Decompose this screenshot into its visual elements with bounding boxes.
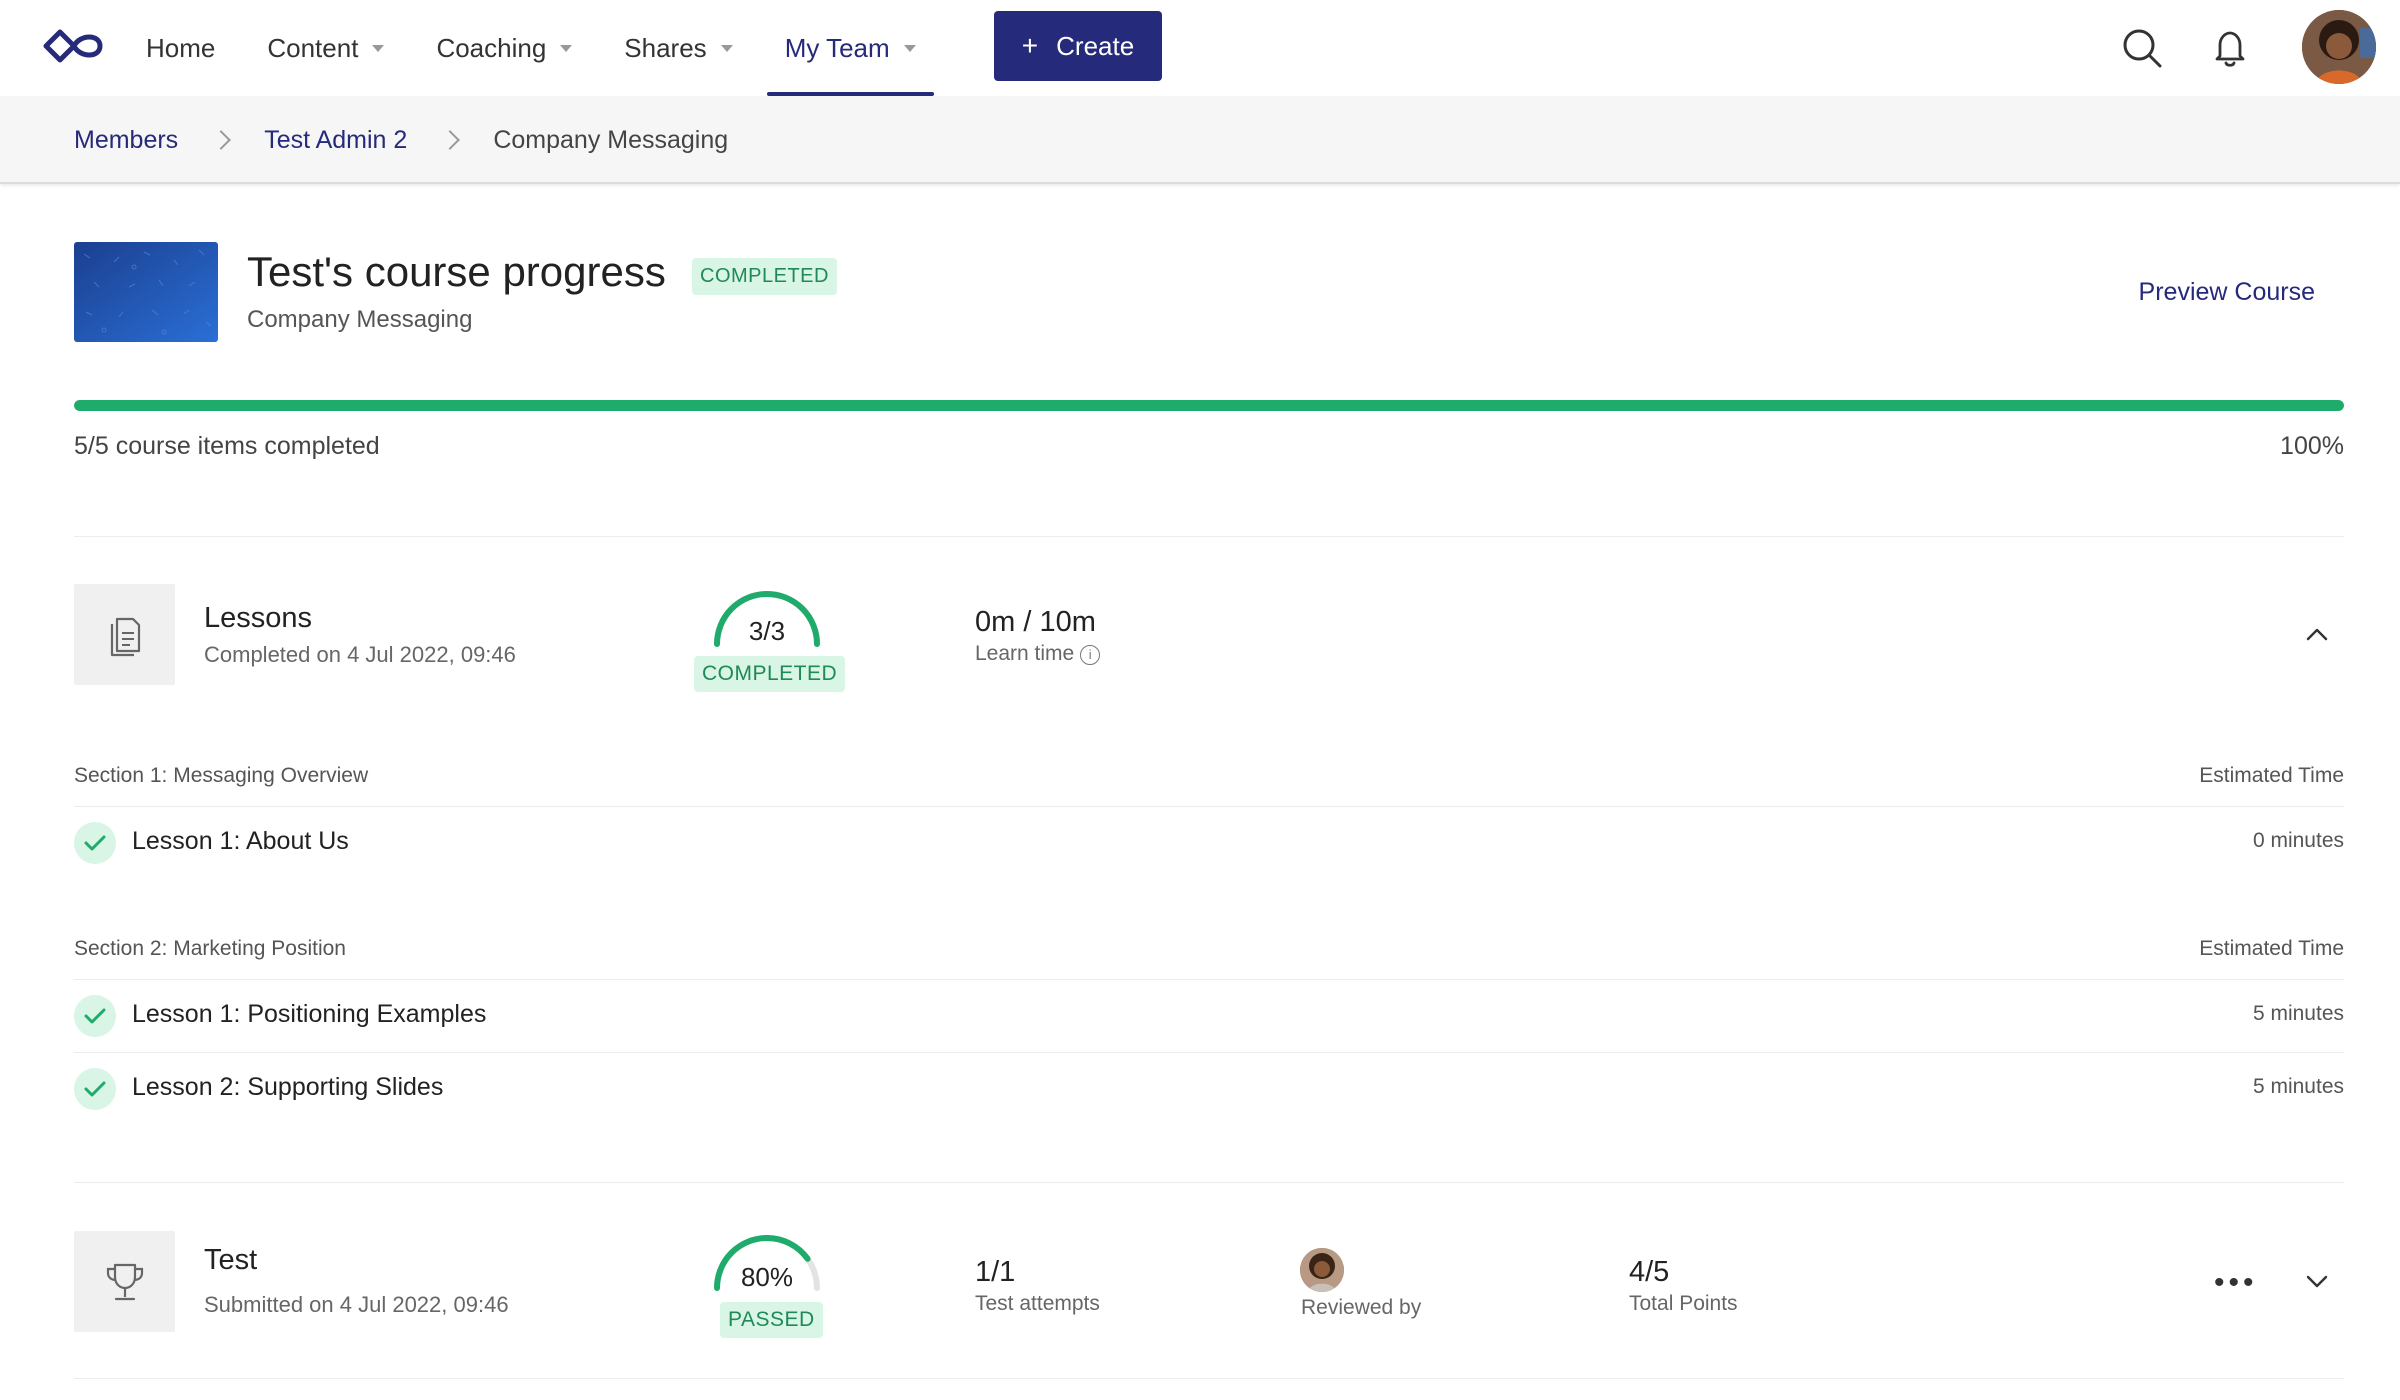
lessons-gauge-value: 3/3 [748, 616, 786, 646]
section-title: Section 2: Marketing Position [74, 937, 346, 960]
trophy-icon [106, 1263, 143, 1300]
section-time-header: Estimated Time [2199, 764, 2344, 787]
check-icon [74, 1068, 116, 1110]
progress-percent: 100% [2280, 432, 2344, 460]
status-badge: COMPLETED [692, 258, 837, 295]
document-icon [110, 617, 140, 656]
more-options-icon[interactable]: ••• [2214, 1266, 2258, 1300]
create-button-label: Create [1056, 30, 1135, 61]
nav-menu: Home Content Coaching Shares My Team [120, 0, 942, 96]
learn-time-value: 0m / 10m [975, 606, 1096, 638]
lessons-module-icon [74, 584, 175, 685]
info-icon[interactable]: i [1080, 645, 1101, 665]
nav-item-home[interactable]: Home [120, 0, 241, 96]
nav-item-my-team[interactable]: My Team [759, 0, 942, 96]
reviewer-avatar [1300, 1248, 1344, 1292]
bell-icon[interactable] [2206, 24, 2254, 72]
top-navigation: Home Content Coaching Shares My Team + C… [0, 0, 2400, 96]
breadcrumb-bar: Members Test Admin 2 Company Messaging [0, 96, 2400, 184]
reviewed-by-label: Reviewed by [1301, 1296, 1422, 1319]
lesson-name: Lesson 1: Positioning Examples [132, 1000, 487, 1028]
plus-icon: + [1021, 30, 1039, 61]
lesson-name: Lesson 1: About Us [132, 827, 349, 855]
lessons-module-title: Lessons [204, 602, 313, 634]
lesson-row[interactable]: Lesson 1: Positioning Examples 5 minutes [74, 979, 2344, 1051]
avatar-image [2302, 10, 2376, 84]
nav-item-label: My Team [784, 32, 890, 63]
lesson-time: 0 minutes [2252, 829, 2344, 852]
lesson-name: Lesson 2: Supporting Slides [132, 1073, 444, 1101]
divider [74, 536, 2344, 537]
test-module-icon [74, 1231, 175, 1332]
test-gauge-value: 80% [740, 1262, 794, 1292]
section-time-header: Estimated Time [2199, 937, 2344, 960]
chevron-up-icon[interactable] [2306, 624, 2328, 646]
create-button[interactable]: + Create [994, 11, 1162, 81]
nav-item-label: Coaching [436, 32, 547, 63]
section-title: Section 1: Messaging Overview [74, 764, 369, 787]
search-icon[interactable] [2118, 24, 2166, 72]
chevron-right-icon [211, 130, 232, 150]
breadcrumb-members[interactable]: Members [74, 126, 178, 155]
lessons-status-badge: COMPLETED [694, 656, 846, 692]
nav-item-label: Shares [624, 32, 707, 63]
caret-down-icon [903, 44, 916, 52]
lesson-row[interactable]: Lesson 1: About Us 0 minutes [74, 806, 2344, 878]
total-points-label: Total Points [1629, 1292, 1738, 1315]
course-subtitle: Company Messaging [247, 306, 473, 333]
learn-time-label: Learn time i [975, 642, 1101, 666]
nav-item-coaching[interactable]: Coaching [410, 0, 598, 96]
lesson-time: 5 minutes [2252, 1002, 2344, 1025]
preview-course-link[interactable]: Preview Course [2139, 278, 2315, 307]
nav-item-shares[interactable]: Shares [598, 0, 758, 96]
lessons-module-date: Completed on 4 Jul 2022, 09:46 [204, 642, 516, 667]
test-module-date: Submitted on 4 Jul 2022, 09:46 [204, 1292, 509, 1317]
test-module-title: Test [204, 1244, 258, 1276]
user-avatar[interactable] [2302, 10, 2376, 84]
page-title: Test's course progress [247, 248, 666, 295]
nav-item-content[interactable]: Content [241, 0, 410, 96]
breadcrumb-current: Company Messaging [493, 125, 729, 154]
nav-item-label: Home [146, 32, 216, 63]
logo-icon[interactable] [42, 24, 106, 68]
caret-down-icon [560, 44, 573, 52]
check-icon [74, 822, 116, 864]
total-points-value: 4/5 [1629, 1256, 1670, 1288]
attempts-value: 1/1 [975, 1256, 1016, 1288]
divider [74, 1378, 2344, 1379]
course-progress-bar [74, 400, 2344, 411]
lesson-row[interactable]: Lesson 2: Supporting Slides 5 minutes [74, 1052, 2344, 1124]
learn-time-label-text: Learn time [975, 642, 1075, 665]
divider [74, 1182, 2344, 1183]
caret-down-icon [372, 44, 385, 52]
progress-text: 5/5 course items completed [74, 432, 380, 460]
lesson-time: 5 minutes [2252, 1075, 2344, 1098]
nav-item-label: Content [267, 32, 359, 63]
check-icon [74, 995, 116, 1037]
breadcrumb-test-admin[interactable]: Test Admin 2 [264, 126, 407, 155]
breadcrumb: Members Test Admin 2 Company Messaging [74, 96, 728, 184]
chevron-right-icon [440, 130, 461, 150]
caret-down-icon [720, 44, 733, 52]
progress-fill [74, 400, 2344, 411]
chevron-down-icon[interactable] [2306, 1270, 2328, 1292]
course-thumbnail [74, 242, 218, 342]
test-status-badge: PASSED [720, 1302, 823, 1338]
attempts-label: Test attempts [975, 1292, 1100, 1315]
